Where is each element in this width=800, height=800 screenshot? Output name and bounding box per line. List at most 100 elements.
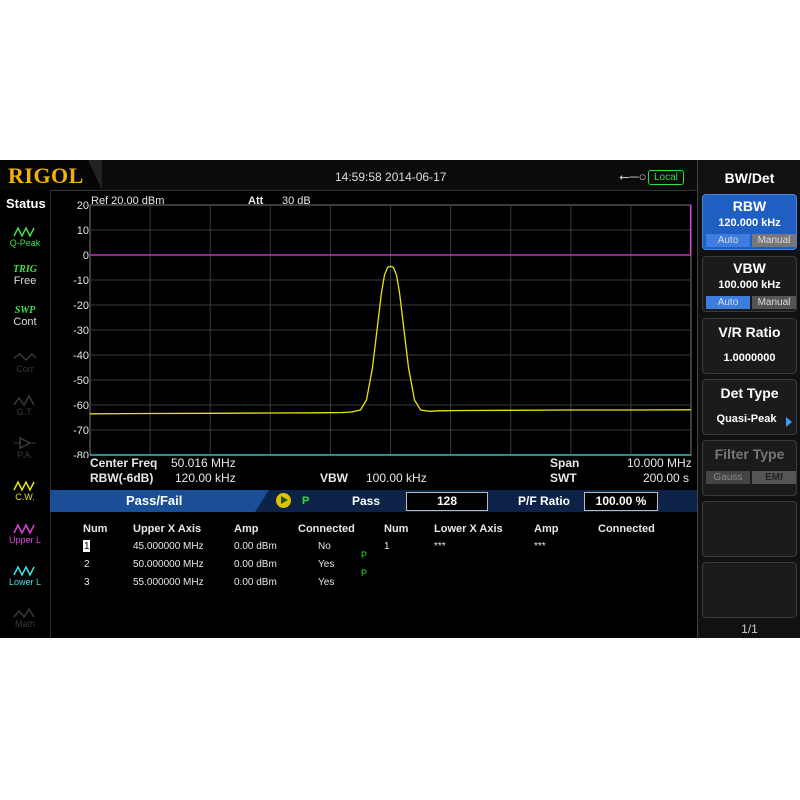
upper-header-amp: Amp [234, 523, 259, 535]
det-type-key[interactable]: Det Type Quasi-Peak [702, 379, 797, 435]
lower-header-amp: Amp [534, 523, 559, 535]
y-tick-label: -70 [73, 425, 89, 437]
status-gt-label: G.T. [16, 407, 34, 417]
table-row-num[interactable]: 1 [384, 541, 390, 552]
y-tick-label: -20 [73, 300, 89, 312]
rbw-label: RBW(-6dB) [90, 471, 154, 485]
status-sweep: SWP Cont [0, 306, 50, 329]
empty-key-7[interactable] [702, 562, 797, 618]
pf-ratio-label: P/F Ratio [518, 494, 571, 508]
empty-key-6[interactable] [702, 501, 797, 557]
table-row-num[interactable]: 1 [84, 541, 90, 552]
pa-icon [14, 436, 36, 450]
status-corr: Corr [0, 350, 50, 374]
swt-label: SWT [550, 471, 577, 485]
vr-ratio-value: 1.0000000 [723, 352, 776, 364]
vbw-key-title: VBW [733, 260, 766, 276]
status-trigger-value: Free [13, 275, 37, 287]
pass-label: Pass [352, 494, 381, 508]
lower-limit-icon [13, 565, 35, 577]
spectrum-plot[interactable]: 20 10 0 -10 -20 -30 -40 -50 -60 -70 -80 Ref 20.00 d… [50, 190, 697, 458]
passfail-state: P [302, 495, 310, 507]
status-math-label: Math [14, 619, 35, 629]
math-icon [13, 607, 35, 619]
spectrum-chart[interactable]: 20 10 0 -10 -20 -30 -40 -50 -60 -70 -80 Ref 20.00 d… [50, 190, 697, 458]
softkey-menu: BW/Det RBW 120.000 kHz Auto Manual VBW 1… [697, 160, 800, 638]
status-cw: C.W. [0, 478, 50, 502]
table-row-x[interactable]: *** [434, 541, 446, 552]
passfail-tab-label: Pass/Fail [126, 493, 183, 508]
local-indicator[interactable]: Local [648, 170, 684, 185]
menu-title: BW/Det [724, 170, 775, 186]
vbw-key[interactable]: VBW 100.000 kHz Auto Manual [702, 256, 797, 312]
table-row-connected[interactable]: Yes [318, 577, 334, 588]
det-type-value: Quasi-Peak [716, 413, 777, 425]
rbw-key[interactable]: RBW 120.000 kHz Auto Manual [702, 194, 797, 250]
lower-header-num: Num [384, 523, 409, 535]
submenu-arrow-icon [786, 417, 792, 427]
rbw-manual-option[interactable]: Manual [752, 234, 796, 247]
pass-count: 128 [406, 492, 488, 511]
span-label: Span [550, 456, 580, 470]
table-row-num[interactable]: 3 [84, 577, 90, 588]
table-row-x[interactable]: 50.000000 MHz [133, 559, 204, 570]
usb-icon: ⭠─○ [619, 169, 647, 184]
rbw-key-title: RBW [732, 198, 767, 214]
table-row-x[interactable]: 45.000000 MHz [133, 541, 204, 552]
run-icon[interactable] [276, 493, 291, 508]
passfail-tab[interactable]: Pass/Fail [50, 490, 255, 512]
status-sweep-label: SWP [14, 305, 36, 316]
table-row-x[interactable]: 55.000000 MHz [133, 577, 204, 588]
status-lower-limit-label: Lower L [8, 577, 42, 587]
table-row-amp[interactable]: 0.00 dBm [234, 541, 277, 552]
status-title: Status [6, 196, 46, 211]
menu-page-indicator: 1/1 [741, 622, 758, 636]
corr-icon [13, 352, 37, 362]
status-detector-label: Q-Peak [9, 238, 41, 248]
y-tick-label: -60 [73, 400, 89, 412]
qpeak-icon [13, 226, 35, 238]
status-pa-label: P.A. [17, 450, 33, 460]
status-pa: P.A. [0, 436, 50, 460]
y-tick-label: -50 [73, 375, 89, 387]
rbw-value[interactable]: 120.00 kHz [175, 471, 236, 485]
vr-ratio-title: V/R Ratio [718, 324, 781, 340]
y-tick-label: -40 [73, 350, 89, 362]
table-row-num[interactable]: 2 [84, 559, 90, 570]
attenuation-value: 30 dB [282, 195, 311, 207]
status-panel: Status Q-Peak TRIG Free SWP Cont Corr G.… [0, 190, 51, 638]
swt-value[interactable]: 200.00 s [643, 471, 689, 485]
span-value[interactable]: 10.000 MHz [627, 456, 692, 470]
brand-text: RIGOL [8, 163, 84, 188]
filter-emi-option[interactable]: EMI [752, 471, 796, 484]
status-cw-label: C.W. [15, 492, 35, 502]
table-row-connected[interactable]: Yes [318, 559, 334, 570]
y-tick-label: 20 [77, 200, 89, 212]
vbw-key-value: 100.000 kHz [718, 279, 781, 291]
datetime: 14:59:58 2014-06-17 [335, 170, 447, 184]
status-sweep-value: Cont [13, 316, 37, 328]
segment-pass-mark: P [361, 568, 368, 578]
status-trigger-label: TRIG [13, 264, 37, 275]
filter-type-key[interactable]: Filter Type Gauss EMI [702, 440, 797, 496]
upper-limit-icon [13, 523, 35, 535]
vr-ratio-key[interactable]: V/R Ratio 1.0000000 [702, 318, 797, 374]
rbw-auto-option[interactable]: Auto [706, 234, 750, 247]
table-row-connected[interactable]: No [318, 541, 331, 552]
upper-header-num: Num [83, 523, 108, 535]
vbw-auto-option[interactable]: Auto [706, 296, 750, 309]
y-tick-label: -30 [73, 325, 89, 337]
top-bar: RIGOL 14:59:58 2014-06-17 ⭠─○ Local [0, 160, 697, 191]
table-row-amp[interactable]: *** [534, 541, 546, 552]
vbw-label: VBW [320, 471, 348, 485]
vbw-manual-option[interactable]: Manual [752, 296, 796, 309]
det-type-title: Det Type [720, 385, 779, 401]
table-row-amp[interactable]: 0.00 dBm [234, 577, 277, 588]
center-freq-value[interactable]: 50.016 MHz [171, 456, 236, 470]
ref-level-label: Ref 20.00 dBm [91, 195, 164, 207]
vbw-value[interactable]: 100.00 kHz [366, 471, 427, 485]
pf-ratio-value: 100.00 % [584, 492, 658, 511]
table-row-amp[interactable]: 0.00 dBm [234, 559, 277, 570]
filter-gauss-option[interactable]: Gauss [706, 471, 750, 484]
upper-header-connected: Connected [298, 523, 355, 535]
